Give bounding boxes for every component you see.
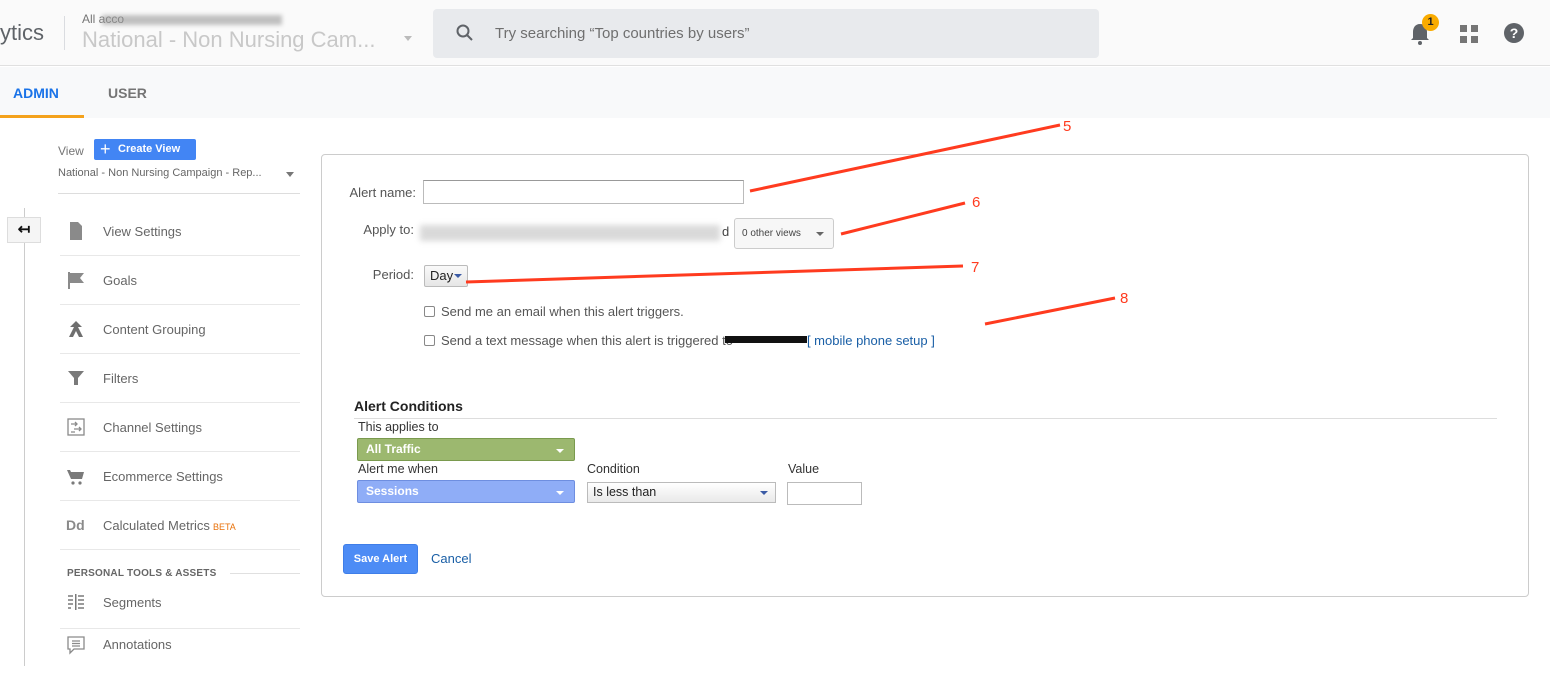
alert-name-input[interactable]: [423, 180, 744, 204]
sidebar-item-ecommerce-settings[interactable]: Ecommerce Settings: [60, 452, 300, 501]
chevron-down-icon: [454, 274, 462, 278]
metric-dropdown[interactable]: Sessions: [357, 480, 575, 503]
top-header: ytics All acco National - Non Nursing Ca…: [0, 0, 1550, 66]
apply-to-suffix: d: [722, 224, 730, 239]
sidebar-item-label: Channel Settings: [103, 420, 203, 435]
period-label: Period:: [372, 267, 414, 282]
alert-when-label: Alert me when: [358, 462, 438, 476]
mobile-phone-setup-link[interactable]: [ mobile phone setup ]: [807, 333, 935, 348]
conditions-divider: [354, 418, 1497, 419]
segments-icon: [68, 594, 84, 610]
annotations-icon: [67, 636, 85, 655]
section-header-personal-tools: PERSONAL TOOLS & ASSETS: [67, 568, 217, 579]
document-icon: [70, 222, 82, 240]
beta-badge: BETA: [212, 522, 236, 532]
phone-redacted: [724, 336, 807, 343]
cart-icon: [67, 470, 84, 485]
tab-user[interactable]: USER: [108, 85, 147, 101]
tab-admin[interactable]: ADMIN: [13, 85, 59, 101]
plus-icon: +: [100, 139, 111, 159]
alert-conditions-title: Alert Conditions: [354, 398, 463, 414]
value-input[interactable]: [787, 482, 862, 505]
calculated-metrics-icon: Dd: [66, 517, 85, 533]
header-divider: [64, 16, 65, 50]
apply-to-label: Apply to:: [363, 222, 414, 237]
search-bar[interactable]: Try searching “Top countries by users”: [433, 9, 1099, 58]
cancel-link[interactable]: Cancel: [431, 551, 471, 566]
sidebar-item-calculated-metrics[interactable]: Dd Calculated Metrics BETA: [60, 501, 300, 550]
section-divider: [230, 573, 300, 574]
account-selector[interactable]: National - Non Nursing Cam...: [82, 27, 375, 53]
value-label: Value: [788, 462, 820, 476]
sidebar-item-segments[interactable]: Segments: [60, 580, 300, 629]
back-arrow-button[interactable]: ↤: [7, 217, 41, 243]
chevron-down-icon[interactable]: [404, 36, 412, 41]
search-input[interactable]: Try searching “Top countries by users”: [495, 25, 750, 42]
notification-badge: 1: [1422, 14, 1439, 31]
sidebar-item-label: Content Grouping: [103, 322, 206, 337]
period-value: Day: [430, 268, 454, 283]
segment-value: All Traffic: [366, 442, 421, 456]
sidebar-item-goals[interactable]: Goals: [60, 256, 300, 305]
create-view-label: Create View: [118, 143, 181, 155]
chevron-down-icon: [556, 449, 564, 453]
breadcrumb[interactable]: All acco: [82, 12, 283, 26]
condition-label: Condition: [587, 462, 640, 476]
sms-option: Send a text message when this alert is t…: [424, 333, 935, 348]
sms-checkbox[interactable]: [424, 335, 435, 346]
sidebar-rail: [24, 208, 25, 666]
sidebar-item-filters[interactable]: Filters: [60, 354, 300, 403]
email-checkbox[interactable]: [424, 306, 435, 317]
active-tab-indicator: [0, 115, 84, 118]
content-grouping-icon: [69, 321, 83, 337]
sidebar-item-label: Goals: [103, 273, 137, 288]
save-alert-button[interactable]: Save Alert: [343, 544, 418, 574]
sidebar-item-view-settings[interactable]: View Settings: [60, 207, 300, 256]
period-dropdown[interactable]: Day: [424, 265, 468, 287]
alert-form-card: [321, 154, 1529, 597]
filter-icon: [68, 371, 84, 385]
sidebar-item-label: Calculated Metrics: [103, 518, 210, 533]
breadcrumb-redacted: [102, 14, 283, 25]
search-icon: [456, 24, 473, 41]
view-label: View: [58, 144, 84, 158]
metric-value: Sessions: [366, 484, 419, 498]
email-option: Send me an email when this alert trigger…: [424, 304, 684, 319]
flag-icon: [68, 272, 84, 289]
condition-value: Is less than: [593, 485, 657, 499]
sidebar-item-label: Ecommerce Settings: [103, 469, 223, 484]
channel-settings-icon: [67, 418, 85, 436]
other-views-dropdown[interactable]: 0 other views: [734, 218, 834, 249]
app-name: ytics: [0, 20, 44, 45]
annotation-label-5: 5: [1063, 118, 1071, 135]
sms-checkbox-label: Send a text message when this alert is t…: [441, 333, 733, 348]
create-view-button[interactable]: + Create View: [94, 139, 196, 160]
sidebar-item-label: Annotations: [103, 637, 172, 652]
other-views-value: 0 other views: [742, 228, 801, 239]
sidebar-item-content-grouping[interactable]: Content Grouping: [60, 305, 300, 354]
apps-grid-icon[interactable]: [1460, 25, 1478, 43]
help-icon[interactable]: ?: [1504, 23, 1524, 43]
view-selector[interactable]: National - Non Nursing Campaign - Rep...: [58, 163, 300, 194]
chevron-down-icon: [286, 172, 294, 177]
sidebar-item-label: Segments: [103, 595, 162, 610]
sidebar-item-label-wrap: Calculated Metrics BETA: [103, 518, 236, 533]
alert-name-label: Alert name:: [349, 185, 416, 200]
sidebar-item-channel-settings[interactable]: Channel Settings: [60, 403, 300, 452]
email-checkbox-label: Send me an email when this alert trigger…: [441, 304, 684, 319]
sidebar-item-label: View Settings: [103, 224, 182, 239]
sidebar-item-annotations[interactable]: Annotations: [60, 629, 300, 678]
view-selected: National - Non Nursing Campaign - Rep...: [58, 167, 262, 179]
apply-to-view-redacted: [420, 225, 720, 241]
applies-to-label: This applies to: [358, 420, 439, 434]
segment-dropdown[interactable]: All Traffic: [357, 438, 575, 461]
chevron-down-icon: [556, 491, 564, 495]
sidebar-item-label: Filters: [103, 371, 139, 386]
admin-user-tabs: ADMIN USER: [0, 67, 1550, 118]
chevron-down-icon: [760, 491, 768, 495]
condition-dropdown[interactable]: Is less than: [587, 482, 776, 503]
chevron-down-icon: [816, 232, 824, 236]
